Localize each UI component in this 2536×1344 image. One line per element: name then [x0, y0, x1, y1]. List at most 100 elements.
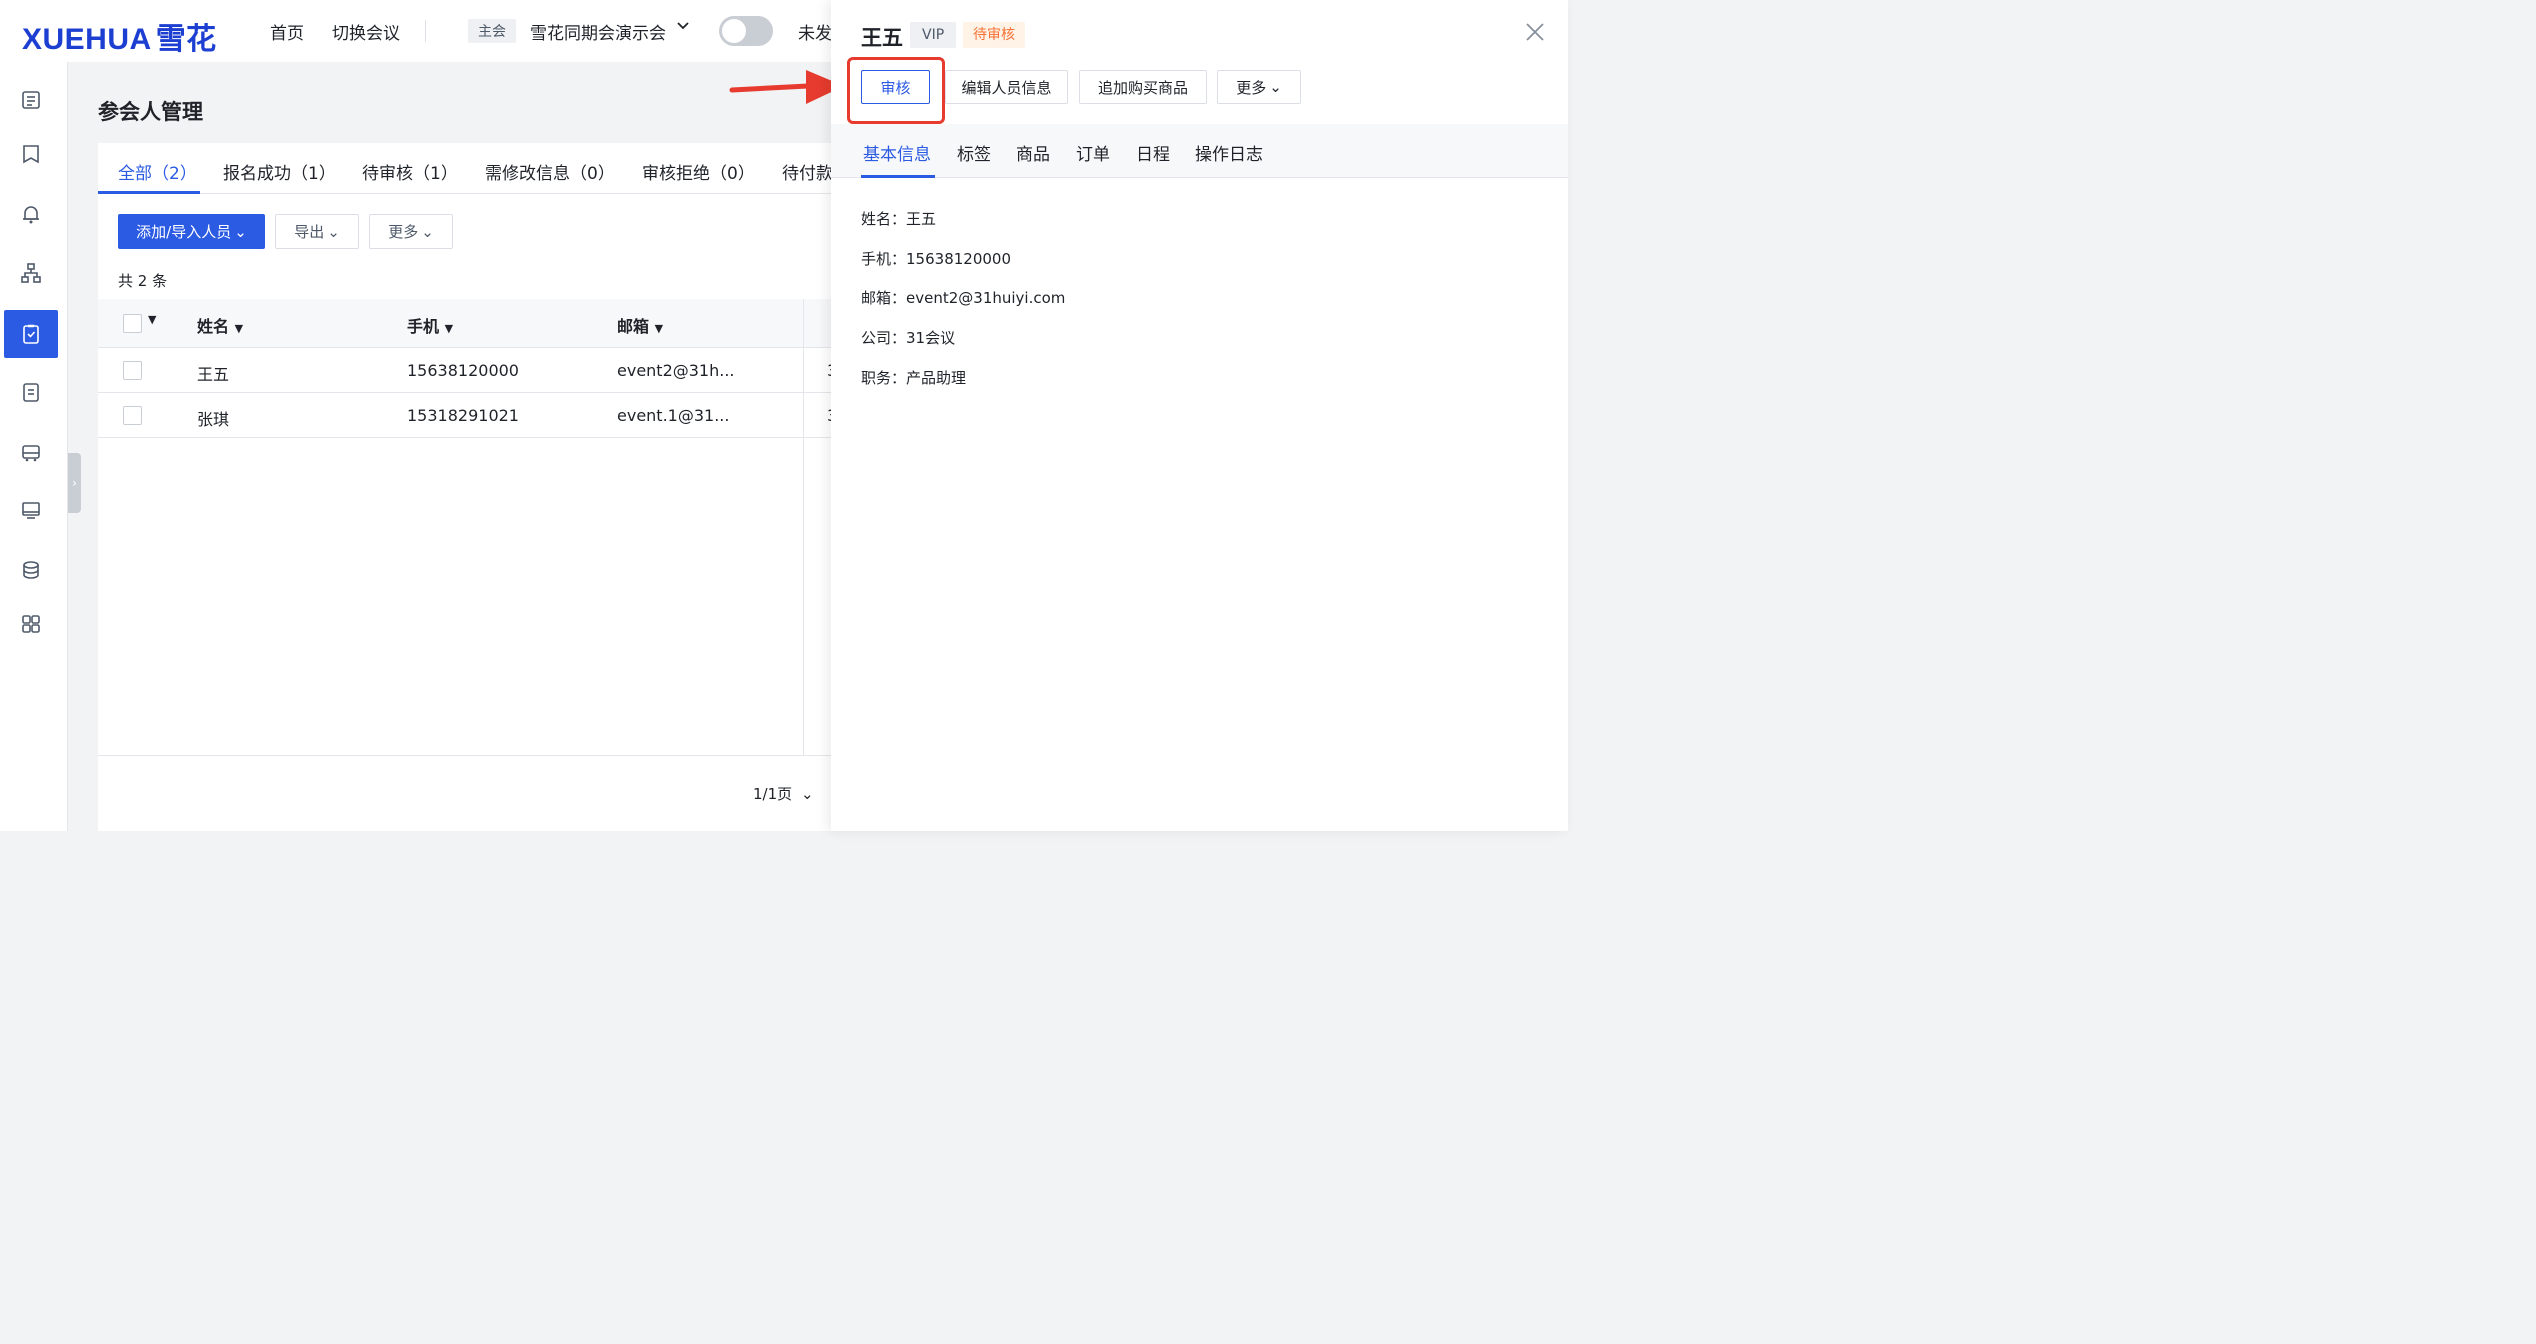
- database-icon[interactable]: [4, 546, 58, 594]
- tab-products[interactable]: 商品: [1016, 140, 1050, 165]
- org-chart-icon[interactable]: [4, 249, 58, 297]
- chevron-down-icon[interactable]: [676, 18, 690, 36]
- checklist-icon[interactable]: [4, 310, 58, 358]
- caret-down-icon: ▼: [234, 322, 244, 335]
- info-value: 31会议: [906, 329, 956, 347]
- table-row[interactable]: 王五 15638120000 event2@31h... 3: [98, 348, 837, 393]
- pagination[interactable]: 1/1页 ⌄: [753, 783, 814, 804]
- row-checkbox[interactable]: [123, 406, 142, 425]
- list-icon[interactable]: [4, 76, 58, 124]
- tab-rejected[interactable]: 审核拒绝（0）: [642, 159, 755, 184]
- column-name[interactable]: 姓名 ▼: [197, 313, 243, 337]
- page-title: 参会人管理: [98, 100, 203, 124]
- info-value: 15638120000: [906, 250, 1011, 268]
- conference-selector[interactable]: 雪花同期会演示会: [530, 19, 666, 44]
- select-all-checkbox[interactable]: [123, 314, 142, 333]
- info-label: 公司：: [861, 329, 907, 347]
- info-value: event2@31huiyi.com: [906, 289, 1066, 307]
- tab-underline: [98, 191, 200, 194]
- logo[interactable]: XUEHUA 雪花: [22, 14, 217, 58]
- tab-tags[interactable]: 标签: [957, 140, 991, 165]
- tab-unpaid[interactable]: 待付款: [782, 159, 833, 184]
- table-row[interactable]: 张琪 15318291021 event.1@31... 3: [98, 393, 837, 438]
- info-email: 邮箱：event2@31huiyi.com: [861, 287, 1065, 308]
- nav-home[interactable]: 首页: [270, 19, 304, 44]
- chevron-down-icon: ⌄: [421, 222, 434, 241]
- divider: [425, 20, 426, 42]
- column-email[interactable]: 邮箱 ▼: [617, 313, 663, 337]
- column-divider: [803, 299, 804, 755]
- tab-needs-edit[interactable]: 需修改信息（0）: [485, 159, 615, 184]
- tab-pending[interactable]: 待审核（1）: [362, 159, 458, 184]
- document-icon[interactable]: [4, 368, 58, 416]
- arrow-annotation-icon: [729, 70, 844, 104]
- publish-status: 未发: [798, 24, 832, 44]
- row-checkbox[interactable]: [123, 361, 142, 380]
- record-count: 共 2 条: [118, 272, 168, 290]
- caret-down-icon: ▼: [654, 322, 664, 335]
- highlight-annotation: [847, 57, 945, 124]
- tab-schedule[interactable]: 日程: [1136, 140, 1170, 165]
- chevron-down-icon: ⌄: [234, 222, 247, 241]
- tab-all[interactable]: 全部（2）: [118, 159, 197, 184]
- export-button[interactable]: 导出 ⌄: [275, 214, 359, 249]
- info-value: 产品助理: [906, 369, 967, 387]
- attendee-detail-drawer: 王五 VIP 待审核 审核 编辑人员信息 追加购买商品 更多 ⌄ 基本信息 标签 …: [831, 0, 1568, 831]
- drawer-more-label: 更多: [1236, 78, 1267, 97]
- info-phone: 手机：15638120000: [861, 248, 1011, 269]
- attendee-name: 王五: [861, 26, 903, 50]
- status-badge: 待审核: [963, 22, 1025, 48]
- export-label: 导出: [294, 223, 325, 241]
- nav-switch-meeting[interactable]: 切换会议: [332, 19, 400, 44]
- bus-icon[interactable]: [4, 428, 58, 476]
- chevron-down-icon: ⌄: [800, 785, 814, 803]
- cell-name[interactable]: 王五: [197, 361, 229, 385]
- grid-icon[interactable]: [4, 600, 58, 648]
- close-icon[interactable]: [1523, 20, 1547, 44]
- bookmark-icon[interactable]: [4, 130, 58, 178]
- attendee-panel: 全部（2） 报名成功（1） 待审核（1） 需修改信息（0） 审核拒绝（0） 待付…: [98, 143, 837, 831]
- edit-info-button[interactable]: 编辑人员信息: [945, 70, 1068, 104]
- logo-text: XUEHUA: [22, 23, 152, 56]
- vip-badge: VIP: [910, 22, 957, 48]
- tab-underline: [861, 175, 935, 178]
- add-import-label: 添加/导入人员: [136, 223, 232, 241]
- cell-email: event.1@31...: [617, 406, 730, 425]
- main-meeting-tag: 主会: [468, 19, 516, 43]
- cell-name[interactable]: 张琪: [197, 406, 229, 430]
- info-label: 手机：: [861, 250, 907, 268]
- bell-icon[interactable]: [4, 190, 58, 238]
- info-label: 邮箱：: [861, 289, 907, 307]
- tab-basic-info[interactable]: 基本信息: [863, 140, 931, 165]
- info-name: 姓名：王五: [861, 208, 936, 229]
- add-import-button[interactable]: 添加/导入人员 ⌄: [118, 214, 265, 249]
- publish-toggle[interactable]: [719, 16, 773, 46]
- add-product-label: 追加购买商品: [1097, 78, 1188, 97]
- more-button[interactable]: 更多 ⌄: [369, 214, 453, 249]
- info-company: 公司：31会议: [861, 327, 955, 348]
- cell-email: event2@31h...: [617, 361, 735, 380]
- chevron-down-icon: ⌄: [1269, 78, 1282, 96]
- column-phone[interactable]: 手机 ▼: [407, 313, 453, 337]
- logo-cn: 雪花: [155, 23, 217, 56]
- add-product-button[interactable]: 追加购买商品: [1079, 70, 1207, 104]
- tab-orders[interactable]: 订单: [1076, 140, 1110, 165]
- drawer-more-button[interactable]: 更多 ⌄: [1217, 70, 1301, 104]
- info-label: 职务：: [861, 369, 907, 387]
- sidebar: [0, 62, 68, 831]
- info-value: 王五: [906, 210, 937, 228]
- tab-operation-log[interactable]: 操作日志: [1195, 140, 1263, 165]
- drawer-tabs: 基本信息 标签 商品 订单 日程 操作日志: [831, 124, 1568, 178]
- column-email-label: 邮箱: [617, 317, 650, 336]
- monitor-icon[interactable]: [4, 486, 58, 534]
- table-bottom-border: [98, 755, 831, 756]
- sidebar-collapse-handle[interactable]: ›: [68, 453, 81, 513]
- column-name-label: 姓名: [197, 317, 230, 336]
- info-label: 姓名：: [861, 210, 907, 228]
- more-label: 更多: [388, 223, 419, 241]
- edit-info-label: 编辑人员信息: [961, 78, 1052, 97]
- table-header: ▼ 姓名 ▼ 手机 ▼ 邮箱 ▼: [98, 299, 831, 348]
- caret-down-icon[interactable]: ▼: [148, 313, 156, 326]
- column-phone-label: 手机: [407, 317, 440, 336]
- tab-registered[interactable]: 报名成功（1）: [223, 159, 336, 184]
